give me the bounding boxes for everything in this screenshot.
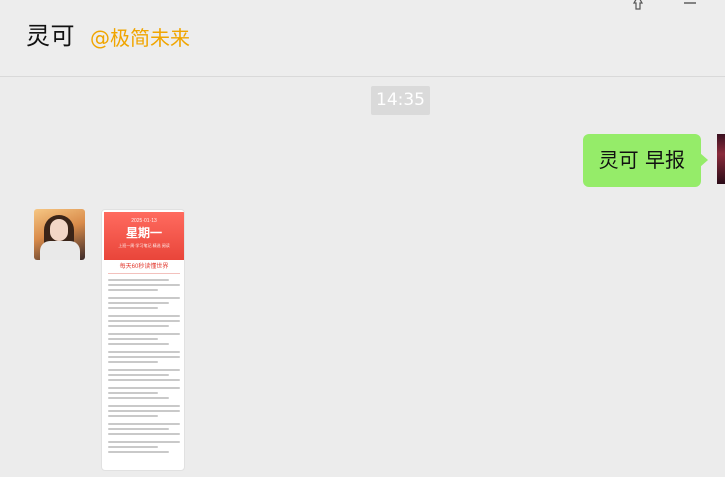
chat-title: 灵可 xyxy=(26,22,75,50)
pin-icon[interactable] xyxy=(629,0,647,12)
banner-date: 2025·01·13 xyxy=(131,218,157,224)
image-text-lines xyxy=(108,276,180,456)
text-line xyxy=(108,415,159,417)
message-bubble-right[interactable]: 灵可 早报 xyxy=(582,134,709,187)
banner-weekday: 星期一 xyxy=(125,226,162,240)
banner-subtitle: 上班一周·学习笔记 精选 阅读 xyxy=(118,243,170,248)
text-line xyxy=(108,433,180,435)
text-line xyxy=(108,279,170,281)
contact-avatar[interactable] xyxy=(34,209,85,260)
text-line xyxy=(108,325,170,327)
text-line xyxy=(108,374,170,376)
self-avatar[interactable] xyxy=(717,134,725,184)
text-line xyxy=(108,392,159,394)
text-line xyxy=(108,397,170,399)
image-banner: 2025·01·13 星期一 上班一周·学习笔记 精选 阅读 xyxy=(104,212,184,260)
text-line xyxy=(108,297,180,299)
image-heading: 每天60秒读懂世界 xyxy=(108,264,180,274)
text-line xyxy=(108,320,180,322)
text-line xyxy=(108,356,180,358)
text-line xyxy=(108,410,180,412)
text-line xyxy=(108,379,180,381)
text-line xyxy=(108,289,159,291)
avatar-face xyxy=(50,219,68,241)
text-line xyxy=(108,387,180,389)
header-actions xyxy=(629,0,699,12)
text-line xyxy=(108,405,180,407)
text-line xyxy=(108,428,170,430)
text-line xyxy=(108,351,180,353)
message-timestamp: 14:35 xyxy=(371,86,430,115)
chat-header: 灵可 @极简未来 xyxy=(0,0,725,77)
text-line xyxy=(108,423,180,425)
menu-icon[interactable] xyxy=(681,0,699,12)
text-line xyxy=(108,338,159,340)
avatar-body xyxy=(40,241,80,260)
text-line xyxy=(108,441,180,443)
text-line xyxy=(108,369,180,371)
text-line xyxy=(108,302,170,304)
text-line xyxy=(108,343,170,345)
text-line xyxy=(108,451,170,453)
text-line xyxy=(108,307,159,309)
image-message[interactable]: 2025·01·13 星期一 上班一周·学习笔记 精选 阅读 每天60秒读懂世界 xyxy=(101,209,185,471)
chat-subtitle: @极简未来 xyxy=(90,26,190,50)
text-line xyxy=(108,333,180,335)
text-line xyxy=(108,315,180,317)
text-line xyxy=(108,361,159,363)
text-line xyxy=(108,446,159,448)
text-line xyxy=(108,284,180,286)
